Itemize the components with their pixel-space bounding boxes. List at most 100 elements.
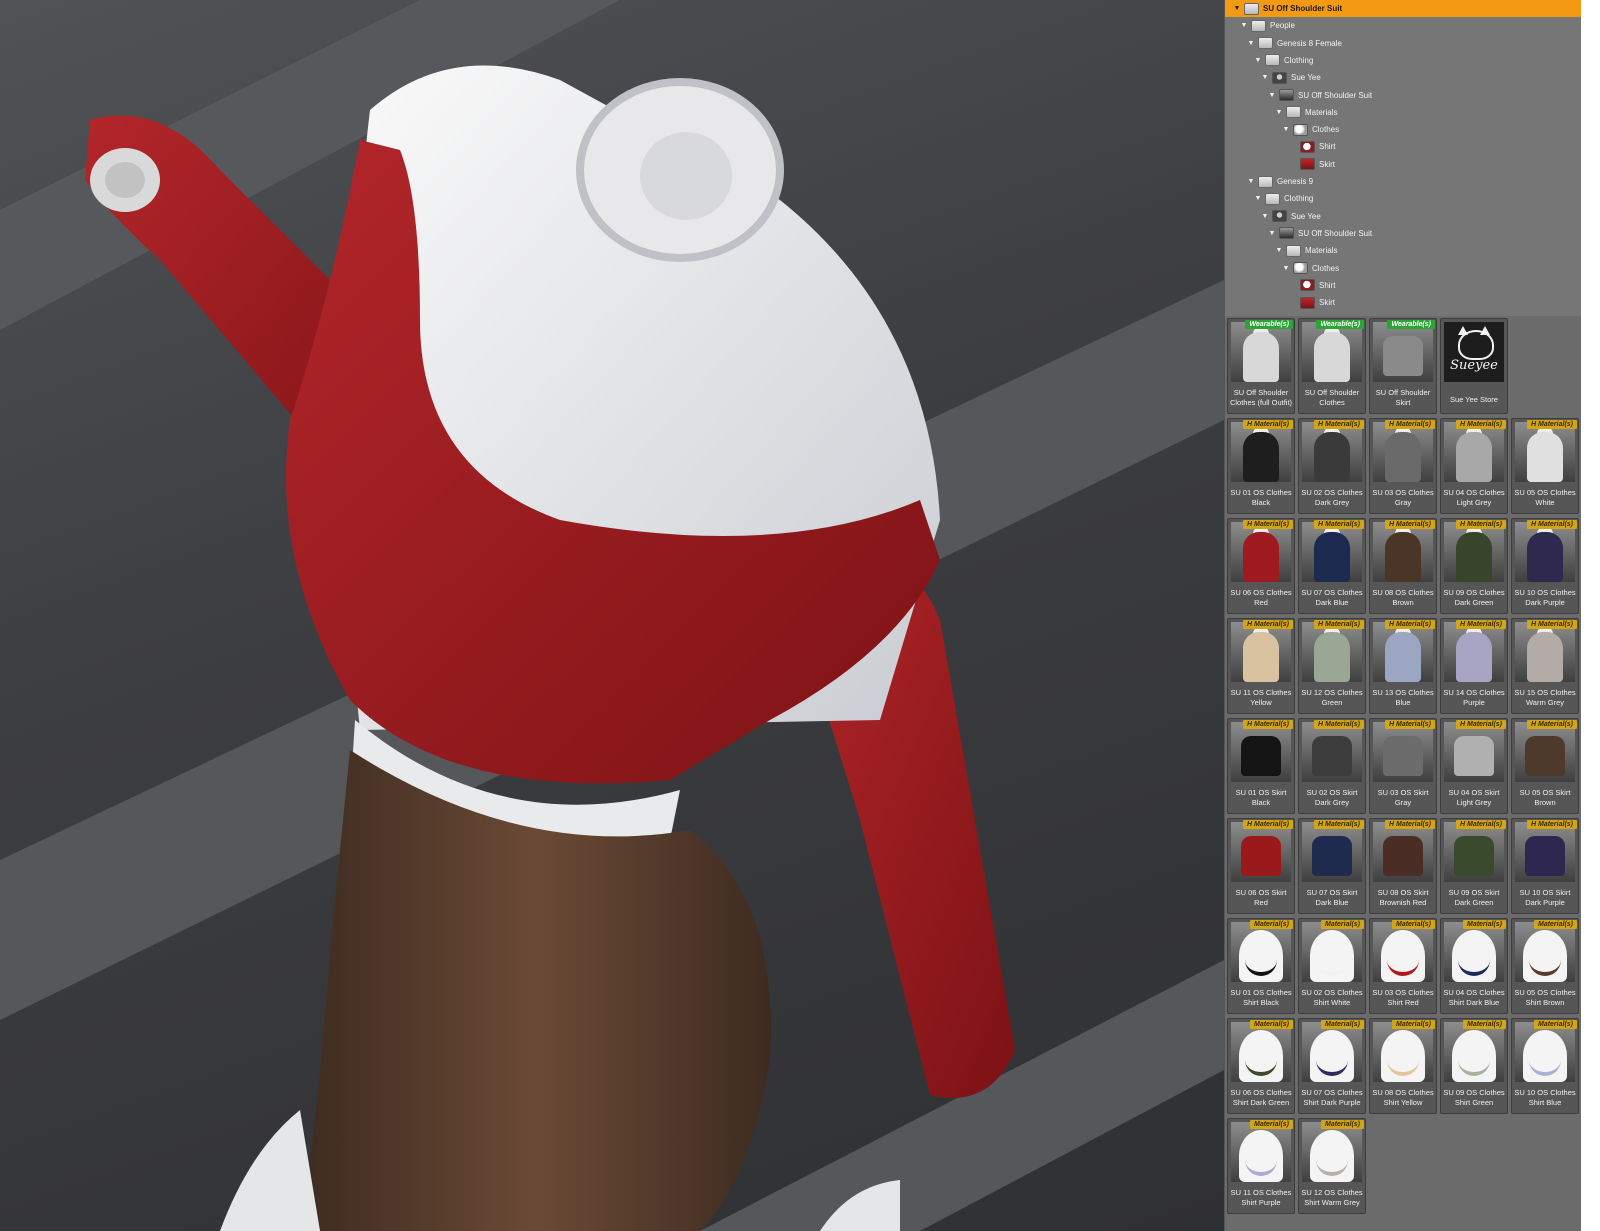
expand-arrow-icon[interactable]: ▼ xyxy=(1275,242,1283,259)
asset-tile[interactable]: H Material(s) SU 02 OS Skirt Dark Grey xyxy=(1298,718,1366,814)
asset-tile[interactable]: H Material(s) SU 14 OS Clothes Purple xyxy=(1440,618,1508,714)
asset-tile[interactable]: H Material(s) SU 13 OS Clothes Blue xyxy=(1369,618,1437,714)
asset-tile[interactable]: H Material(s) SU 06 OS Skirt Red xyxy=(1227,818,1295,914)
asset-tile[interactable]: H Material(s) SU 07 OS Clothes Dark Blue xyxy=(1298,518,1366,614)
asset-tile[interactable]: H Material(s) SU 10 OS Clothes Dark Purpl… xyxy=(1511,518,1579,614)
asset-tile[interactable]: H Material(s) SU 10 OS Skirt Dark Purple xyxy=(1511,818,1579,914)
asset-tile[interactable]: Wearable(s) SU Off Shoulder Clothes (full… xyxy=(1227,318,1295,414)
tree-item-genesis-8-female[interactable]: ▼ Genesis 8 Female xyxy=(1247,35,1342,52)
tree-item-clothes[interactable]: ▼ Clothes xyxy=(1282,121,1339,138)
asset-tile[interactable]: Material(s) SU 10 OS Clothes Shirt Blue xyxy=(1511,1018,1579,1114)
folder-icon xyxy=(1286,244,1301,257)
tree-item-clothes[interactable]: ▼ Clothes xyxy=(1282,260,1339,277)
tree-item-clothing[interactable]: ▼ Clothing xyxy=(1254,190,1313,207)
tree-item-clothing[interactable]: ▼ Clothing xyxy=(1254,52,1313,69)
asset-label: SU Off Shoulder Clothes xyxy=(1304,388,1360,407)
expand-arrow-icon[interactable]: ▼ xyxy=(1275,104,1283,121)
asset-label: SU 09 OS Clothes Dark Green xyxy=(1443,588,1505,607)
render-viewport[interactable] xyxy=(0,0,1224,1231)
asset-tile[interactable]: H Material(s) SU 12 OS Clothes Green xyxy=(1298,618,1366,714)
tree-item-people[interactable]: ▼ People xyxy=(1240,17,1295,34)
asset-tile[interactable]: Material(s) SU 01 OS Clothes Shirt Black xyxy=(1227,918,1295,1014)
expand-arrow-icon[interactable]: ▼ xyxy=(1268,87,1276,104)
tree-item-genesis-9[interactable]: ▼ Genesis 9 xyxy=(1247,173,1313,190)
material-badge: H Material(s) xyxy=(1313,520,1364,529)
expand-arrow-icon[interactable]: ▼ xyxy=(1261,208,1269,225)
tree-item-label: Genesis 8 Female xyxy=(1277,38,1342,48)
expand-arrow-icon[interactable]: ▼ xyxy=(1233,0,1241,17)
asset-tile[interactable]: H Material(s) SU 09 OS Clothes Dark Green xyxy=(1440,518,1508,614)
asset-tile[interactable]: Material(s) SU 06 OS Clothes Shirt Dark G… xyxy=(1227,1018,1295,1114)
expand-arrow-icon[interactable]: ▼ xyxy=(1268,225,1276,242)
asset-tile[interactable]: Material(s) SU 02 OS Clothes Shirt White xyxy=(1298,918,1366,1014)
asset-tile[interactable]: H Material(s) SU 01 OS Skirt Black xyxy=(1227,718,1295,814)
tree-item-skirt[interactable]: Skirt xyxy=(1289,156,1335,173)
expand-arrow-icon[interactable]: ▼ xyxy=(1247,173,1255,190)
asset-tile[interactable]: H Material(s) SU 07 OS Skirt Dark Blue xyxy=(1298,818,1366,914)
asset-tile[interactable]: H Material(s) SU 09 OS Skirt Dark Green xyxy=(1440,818,1508,914)
asset-label: SU 10 OS Clothes Shirt Blue xyxy=(1514,1088,1576,1107)
asset-tile[interactable]: H Material(s) SU 06 OS Clothes Red xyxy=(1227,518,1295,614)
asset-tile[interactable]: Wearable(s) SU Off Shoulder Skirt xyxy=(1369,318,1437,414)
expand-arrow-icon[interactable]: ▼ xyxy=(1240,17,1248,34)
content-tree: ▼ SU Off Shoulder Suit ▼ People ▼ Genesis 8 F… xyxy=(1225,0,1590,316)
asset-tile[interactable]: Material(s) SU 03 OS Clothes Shirt Red xyxy=(1369,918,1437,1014)
asset-tile[interactable]: H Material(s) SU 15 OS Clothes Warm Grey xyxy=(1511,618,1579,714)
asset-tile[interactable]: H Material(s) SU 05 OS Clothes White xyxy=(1511,418,1579,514)
asset-label: SU 07 OS Skirt Dark Blue xyxy=(1306,888,1358,907)
fig-icon xyxy=(1279,227,1294,240)
asset-label: SU 10 OS Skirt Dark Purple xyxy=(1519,888,1571,907)
asset-tile[interactable]: Sueyee Sue Yee Store xyxy=(1440,318,1508,414)
asset-tile[interactable]: Material(s) SU 08 OS Clothes Shirt Yellow xyxy=(1369,1018,1437,1114)
asset-tile[interactable]: H Material(s) SU 11 OS Clothes Yellow xyxy=(1227,618,1295,714)
tree-item-materials[interactable]: ▼ Materials xyxy=(1275,242,1337,259)
mat-icon xyxy=(1293,123,1308,136)
asset-tile[interactable]: H Material(s) SU 03 OS Skirt Gray xyxy=(1369,718,1437,814)
asset-tile[interactable]: Wearable(s) SU Off Shoulder Clothes xyxy=(1298,318,1366,414)
tree-item-sue-yee[interactable]: ▼ Sue Yee xyxy=(1261,208,1321,225)
asset-label: SU 03 OS Clothes Shirt Red xyxy=(1372,988,1434,1007)
tree-item-materials[interactable]: ▼ Materials xyxy=(1275,104,1337,121)
tree-item-label: Sue Yee xyxy=(1291,73,1321,83)
expand-arrow-icon[interactable]: ▼ xyxy=(1254,52,1262,69)
asset-tile[interactable]: Material(s) SU 07 OS Clothes Shirt Dark P… xyxy=(1298,1018,1366,1114)
tree-item-shirt[interactable]: Shirt xyxy=(1289,138,1335,155)
asset-tile[interactable]: H Material(s) SU 02 OS Clothes Dark Grey xyxy=(1298,418,1366,514)
asset-tile[interactable]: H Material(s) SU 08 OS Skirt Brownish Red xyxy=(1369,818,1437,914)
asset-thumbnail xyxy=(1444,422,1504,482)
asset-tile[interactable]: H Material(s) SU 08 OS Clothes Brown xyxy=(1369,518,1437,614)
expand-arrow-icon[interactable]: ▼ xyxy=(1254,190,1262,207)
asset-label: SU 04 OS Clothes Shirt Dark Blue xyxy=(1443,988,1505,1007)
fig-icon xyxy=(1279,89,1294,101)
asset-tile[interactable]: H Material(s) SU 04 OS Clothes Light Grey xyxy=(1440,418,1508,514)
tree-item-shirt[interactable]: Shirt xyxy=(1289,277,1335,294)
expand-arrow-icon[interactable]: ▼ xyxy=(1247,35,1255,52)
tree-item-label: Skirt xyxy=(1319,298,1335,308)
asset-tile[interactable]: H Material(s) SU 05 OS Skirt Brown xyxy=(1511,718,1579,814)
asset-tile[interactable]: H Material(s) SU 01 OS Clothes Black xyxy=(1227,418,1295,514)
asset-tile[interactable]: H Material(s) SU 04 OS Skirt Light Grey xyxy=(1440,718,1508,814)
asset-tile[interactable]: H Material(s) SU 03 OS Clothes Gray xyxy=(1369,418,1437,514)
asset-thumbnail xyxy=(1444,622,1504,682)
asset-thumbnail xyxy=(1231,1022,1291,1082)
asset-tile[interactable]: Material(s) SU 12 OS Clothes Shirt Warm G… xyxy=(1298,1118,1366,1214)
material-badge: Material(s) xyxy=(1391,1020,1435,1029)
asset-label: SU 05 OS Clothes White xyxy=(1514,488,1576,507)
asset-tile[interactable]: Material(s) SU 11 OS Clothes Shirt Purple xyxy=(1227,1118,1295,1214)
char-icon xyxy=(1272,210,1287,223)
tree-item-sue-yee[interactable]: ▼ Sue Yee xyxy=(1261,69,1321,86)
tree-item-skirt[interactable]: Skirt xyxy=(1289,294,1335,311)
expand-arrow-icon[interactable]: ▼ xyxy=(1261,69,1269,86)
asset-label: SU 08 OS Clothes Shirt Yellow xyxy=(1372,1088,1434,1107)
asset-tile[interactable]: Material(s) SU 04 OS Clothes Shirt Dark B… xyxy=(1440,918,1508,1014)
tree-item-su-off-shoulder-suit[interactable]: ▼ SU Off Shoulder Suit xyxy=(1268,87,1372,104)
tree-item-su-off-shoulder-suit[interactable]: ▼ SU Off Shoulder Suit xyxy=(1225,0,1590,17)
tree-item-su-off-shoulder-suit[interactable]: ▼ SU Off Shoulder Suit xyxy=(1268,225,1372,242)
asset-tile[interactable]: Material(s) SU 05 OS Clothes Shirt Brown xyxy=(1511,918,1579,1014)
material-badge: H Material(s) xyxy=(1455,520,1506,529)
asset-tile[interactable]: Material(s) SU 09 OS Clothes Shirt Green xyxy=(1440,1018,1508,1114)
expand-arrow-icon[interactable]: ▼ xyxy=(1282,121,1290,138)
material-badge: H Material(s) xyxy=(1313,820,1364,829)
expand-arrow-icon[interactable]: ▼ xyxy=(1282,260,1290,277)
asset-label: SU 11 OS Clothes Shirt Purple xyxy=(1230,1188,1292,1207)
